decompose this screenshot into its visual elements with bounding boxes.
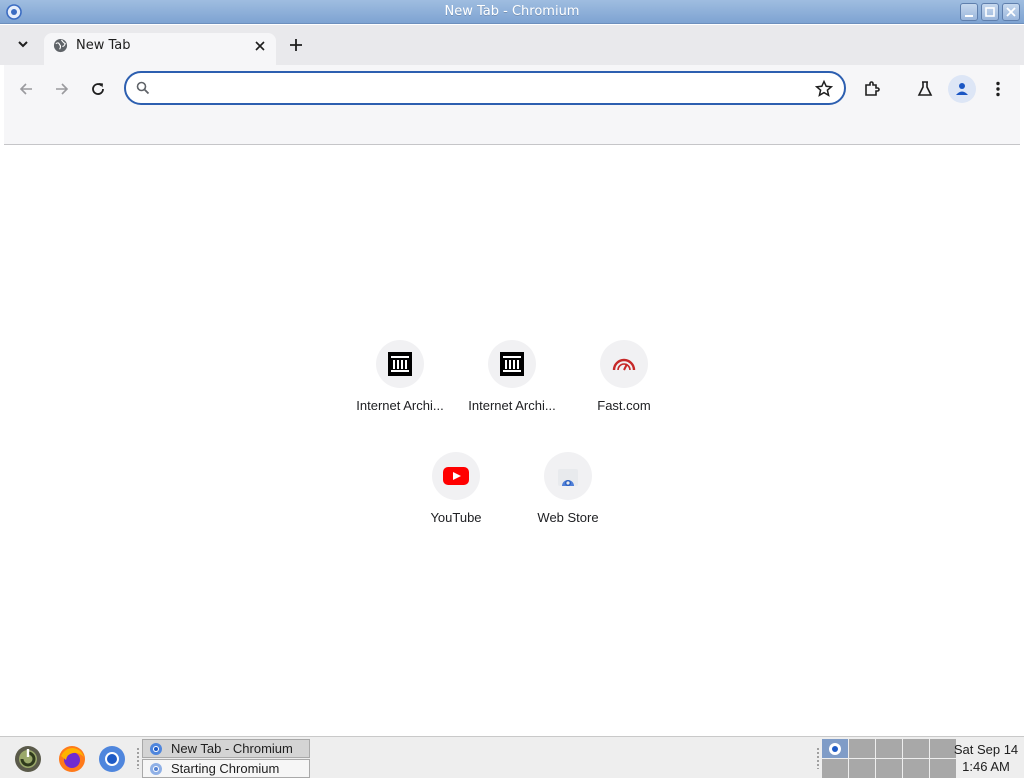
menu-button[interactable] xyxy=(984,75,1012,103)
arrow-left-icon xyxy=(19,83,32,95)
close-window-button[interactable] xyxy=(1002,3,1020,21)
workspace-6[interactable] xyxy=(822,759,848,778)
tab-new-tab[interactable]: New Tab xyxy=(44,33,276,67)
taskbar-handle[interactable] xyxy=(136,747,140,769)
bookmark-star-icon[interactable] xyxy=(814,79,834,99)
shortcut-icon-wrap xyxy=(488,340,536,388)
close-icon xyxy=(1006,7,1016,17)
labs-button[interactable] xyxy=(911,75,939,103)
workspace-1[interactable] xyxy=(822,739,848,758)
chromium-icon xyxy=(829,742,841,755)
back-button[interactable] xyxy=(12,75,40,103)
shortcut-tiles: Internet Archi... Internet Archi... Fast… xyxy=(4,146,1020,736)
shortcut-label: Fast.com xyxy=(597,398,651,413)
close-tab-button[interactable] xyxy=(250,36,270,56)
shortcut-icon-wrap xyxy=(544,452,592,500)
puzzle-icon xyxy=(865,81,880,96)
workspace-7[interactable] xyxy=(849,759,875,778)
new-tab-page: Internet Archi... Internet Archi... Fast… xyxy=(4,146,1020,736)
web-store-icon xyxy=(558,469,578,486)
minimize-button[interactable] xyxy=(960,3,978,21)
task-starting-chromium[interactable]: Starting Chromium xyxy=(142,759,310,778)
internet-archive-icon xyxy=(388,352,412,376)
shortcut-label: Internet Archi... xyxy=(356,398,444,413)
shortcut-icon-wrap xyxy=(376,340,424,388)
shortcut-tile[interactable]: Internet Archi... xyxy=(456,340,568,440)
start-menu-icon xyxy=(15,746,41,772)
bookmark-bar xyxy=(4,111,1020,145)
person-icon xyxy=(956,83,968,95)
flask-icon xyxy=(917,81,933,96)
shortcut-label: Web Store xyxy=(537,510,599,525)
workspace-4[interactable] xyxy=(903,739,929,758)
workspace-9[interactable] xyxy=(903,759,929,778)
clock[interactable]: Sat Sep 14 1:46 AM xyxy=(950,741,1022,775)
workspace-8[interactable] xyxy=(876,759,902,778)
shortcut-tile[interactable]: Web Store xyxy=(512,452,624,552)
shortcut-tile[interactable]: Internet Archi... xyxy=(344,340,456,440)
extensions-button[interactable] xyxy=(858,75,886,103)
chromium-icon xyxy=(99,746,125,772)
shortcut-tile[interactable]: YouTube xyxy=(400,452,512,552)
chevron-down-icon xyxy=(18,41,28,48)
window-titlebar[interactable]: New Tab - Chromium xyxy=(0,0,1024,24)
firefox-icon xyxy=(59,746,85,772)
search-icon xyxy=(136,81,150,95)
reload-icon xyxy=(92,83,104,95)
taskbar-handle[interactable] xyxy=(816,747,820,769)
shortcut-icon-wrap xyxy=(432,452,480,500)
speedometer-icon xyxy=(612,358,636,371)
maximize-button[interactable] xyxy=(981,3,999,21)
internet-archive-icon xyxy=(500,352,524,376)
profile-button[interactable] xyxy=(948,75,976,103)
tab-search-button[interactable] xyxy=(12,33,34,55)
shortcut-tile[interactable]: Fast.com xyxy=(568,340,680,440)
shortcut-label: Internet Archi... xyxy=(468,398,556,413)
arrow-right-icon xyxy=(56,83,69,95)
workspace-2[interactable] xyxy=(849,739,875,758)
shortcut-label: YouTube xyxy=(430,510,482,525)
workspace-pager xyxy=(822,739,956,778)
more-vertical-icon xyxy=(996,81,1000,97)
reload-button[interactable] xyxy=(84,75,112,103)
clock-time: 1:46 AM xyxy=(962,759,1010,774)
new-tab-button[interactable] xyxy=(284,33,308,57)
task-label: Starting Chromium xyxy=(171,761,280,776)
clock-date: Sat Sep 14 xyxy=(953,742,1019,757)
close-icon xyxy=(255,41,265,51)
menu-launcher-button[interactable] xyxy=(12,743,44,775)
workspace-3[interactable] xyxy=(876,739,902,758)
taskbar: New Tab - Chromium Starting Chromium Sat… xyxy=(0,736,1024,778)
forward-button[interactable] xyxy=(48,75,76,103)
browser-toolbar xyxy=(4,65,1020,111)
globe-icon xyxy=(53,38,68,53)
minimize-icon xyxy=(965,15,973,17)
tab-title: New Tab xyxy=(76,38,131,53)
address-input[interactable] xyxy=(160,77,800,99)
task-label: New Tab - Chromium xyxy=(171,741,293,756)
chromium-icon xyxy=(150,763,162,775)
tab-strip: New Tab xyxy=(0,25,1024,67)
chromium-icon xyxy=(150,743,162,755)
address-bar[interactable] xyxy=(124,71,846,105)
maximize-icon xyxy=(985,7,995,17)
window-title: New Tab - Chromium xyxy=(444,4,580,19)
youtube-icon xyxy=(443,467,469,485)
plus-icon xyxy=(290,39,302,51)
task-new-tab-chromium[interactable]: New Tab - Chromium xyxy=(142,739,310,758)
chromium-launcher[interactable] xyxy=(96,743,128,775)
shortcut-icon-wrap xyxy=(600,340,648,388)
firefox-launcher[interactable] xyxy=(56,743,88,775)
